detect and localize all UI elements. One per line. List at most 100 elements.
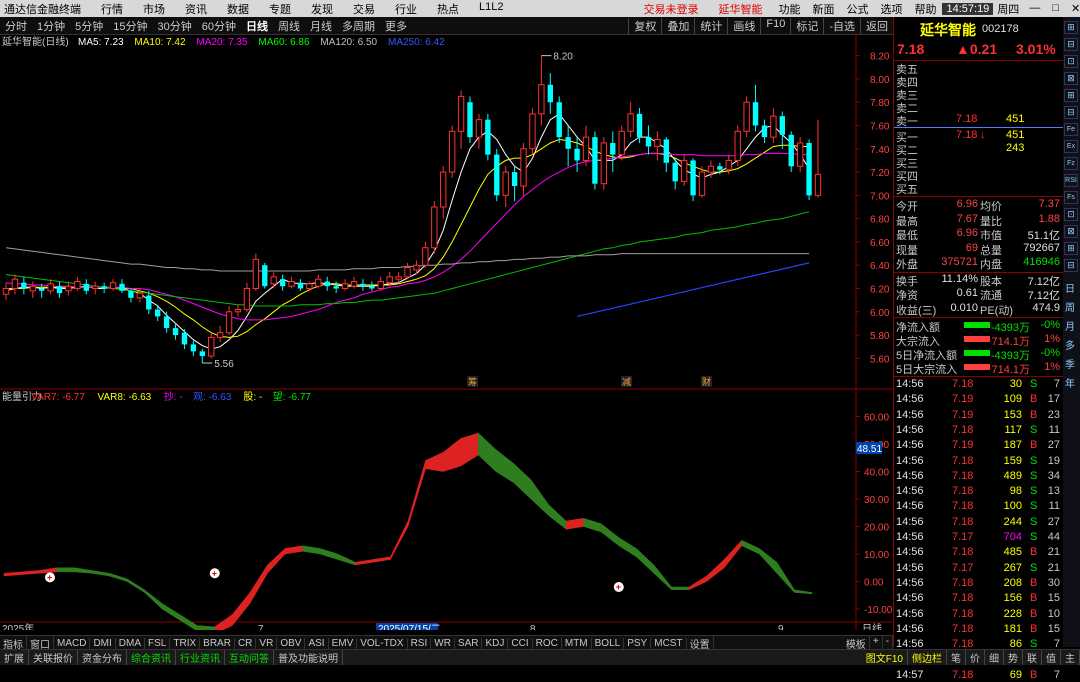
indicator-tab-11[interactable]: ASI: [305, 637, 329, 649]
menu-4[interactable]: 专题: [259, 1, 301, 17]
right-menu-1[interactable]: 新面: [806, 1, 840, 17]
side-tool-icon-b-3[interactable]: ⊟: [1064, 259, 1078, 272]
bottom-tab-1[interactable]: 关联报价: [29, 650, 78, 665]
menu-2[interactable]: 资讯: [175, 1, 217, 17]
indicator-tab-21[interactable]: BOLL: [592, 637, 625, 649]
menu-6[interactable]: 交易: [343, 1, 385, 17]
ask-price-4[interactable]: 7.18: [956, 113, 977, 125]
right-menu-2[interactable]: 公式: [840, 1, 874, 17]
bottom-right-btn-6[interactable]: 联: [1023, 650, 1042, 665]
indicator-tab-3[interactable]: DMI: [90, 637, 116, 649]
indicator-tab-6[interactable]: TRIX: [170, 637, 201, 649]
side-period-2[interactable]: 月: [1065, 318, 1075, 333]
bottom-right-btn-4[interactable]: 细: [985, 650, 1004, 665]
indicator-tab-16[interactable]: SAR: [455, 637, 483, 649]
side-label-1[interactable]: Ex: [1064, 140, 1078, 153]
side-period-1[interactable]: 周: [1065, 299, 1075, 314]
maximize-icon[interactable]: □: [1046, 2, 1065, 15]
menu-7[interactable]: 行业: [385, 1, 427, 17]
side-tool-icon-b-2[interactable]: ⊞: [1064, 242, 1078, 255]
stock-link[interactable]: 延华智能: [708, 1, 772, 17]
chart-tool-4[interactable]: F10: [760, 17, 790, 34]
bottom-right-btn-8[interactable]: 主: [1061, 650, 1080, 665]
right-menu-0[interactable]: 功能: [772, 1, 806, 17]
menu-3[interactable]: 数据: [217, 1, 259, 17]
side-period-4[interactable]: 季: [1065, 356, 1075, 371]
bottom-right-btn-3[interactable]: 价: [966, 650, 985, 665]
indicator-tab-22[interactable]: PSY: [624, 637, 652, 649]
indicator-tab-12[interactable]: EMV: [329, 637, 358, 649]
chart-tool-0[interactable]: 复权: [628, 17, 661, 34]
side-tool-icon-3[interactable]: ⊠: [1064, 72, 1078, 85]
side-label-2[interactable]: Fz: [1064, 157, 1078, 170]
minimize-icon[interactable]: —: [1023, 2, 1046, 15]
chart-tool-7[interactable]: 返回: [860, 17, 893, 34]
bottom-tab-5[interactable]: 互动问答: [225, 650, 274, 665]
menu-1[interactable]: 市场: [133, 1, 175, 17]
bottom-right-btn-2[interactable]: 笔: [947, 650, 966, 665]
bottom-right-btn-0[interactable]: 图文F10: [862, 650, 908, 665]
indicator-tab-9[interactable]: VR: [256, 637, 278, 649]
bottom-tab-6[interactable]: 普及功能说明: [274, 650, 343, 665]
side-tool-icon-0[interactable]: ⊞: [1064, 21, 1078, 34]
indicator-tab-17[interactable]: KDJ: [482, 637, 509, 649]
side-tool-icon-1[interactable]: ⊟: [1064, 38, 1078, 51]
side-period-0[interactable]: 日: [1065, 280, 1075, 295]
bottom-tab-2[interactable]: 资金分布: [78, 650, 127, 665]
period-tab-8[interactable]: 月线: [305, 18, 337, 34]
chart-tool-3[interactable]: 画线: [727, 17, 760, 34]
bid-price-0[interactable]: 7.18: [956, 129, 977, 141]
indicator-tab-15[interactable]: WR: [431, 637, 455, 649]
chart-tool-6[interactable]: -自选: [823, 17, 860, 34]
bottom-tab-0[interactable]: 扩展: [0, 650, 29, 665]
side-tool-icon-b-1[interactable]: ⊠: [1064, 225, 1078, 238]
bottom-right-btn-7[interactable]: 值: [1042, 650, 1061, 665]
bottom-tab-4[interactable]: 行业资讯: [176, 650, 225, 665]
side-tool-icon-5[interactable]: ⊟: [1064, 106, 1078, 119]
indicator-tab-5[interactable]: FSL: [145, 637, 171, 649]
chart-tool-2[interactable]: 统计: [694, 17, 727, 34]
chart-tool-5[interactable]: 标记: [790, 17, 823, 34]
period-tab-7[interactable]: 周线: [273, 18, 305, 34]
indicator-tab-23[interactable]: MCST: [651, 637, 687, 649]
period-tab-3[interactable]: 15分钟: [108, 18, 152, 34]
side-tool-icon-b-0[interactable]: ⊡: [1064, 208, 1078, 221]
indicator-tab-20[interactable]: MTM: [562, 637, 592, 649]
side-period-3[interactable]: 多: [1065, 337, 1075, 352]
indicator-tab-10[interactable]: OBV: [277, 637, 306, 649]
menu-0[interactable]: 行情: [91, 1, 133, 17]
side-period-5[interactable]: 年: [1065, 375, 1075, 390]
period-tab-1[interactable]: 1分钟: [32, 18, 70, 34]
close-icon[interactable]: ✕: [1065, 2, 1080, 15]
bottom-tab-3[interactable]: 综合资讯: [127, 650, 176, 665]
period-tab-6[interactable]: 日线: [241, 18, 273, 34]
period-tab-9[interactable]: 多周期: [337, 18, 380, 34]
indicator-tab-19[interactable]: ROC: [533, 637, 562, 649]
indicator-tab-8[interactable]: CR: [235, 637, 257, 649]
bottom-right-btn-1[interactable]: 侧边栏: [908, 650, 947, 665]
period-tab-2[interactable]: 5分钟: [70, 18, 108, 34]
chart-tool-1[interactable]: 叠加: [661, 17, 694, 34]
right-menu-3[interactable]: 选项: [874, 1, 908, 17]
indicator-tab-7[interactable]: BRAR: [200, 637, 235, 649]
indicator-tab-2[interactable]: MACD: [54, 637, 91, 649]
indicator-tab-14[interactable]: RSI: [408, 637, 432, 649]
menu-9[interactable]: L1L2: [469, 1, 513, 17]
side-tool-icon-4[interactable]: ⊞: [1064, 89, 1078, 102]
right-menu-4[interactable]: 帮助: [908, 1, 942, 17]
chart-area[interactable]: 延华智能(日线) MA5: 7.23 MA10: 7.42 MA20: 7.35 MA6…: [0, 34, 893, 630]
period-tab-0[interactable]: 分时: [0, 18, 32, 34]
menu-8[interactable]: 热点: [427, 1, 469, 17]
indicator-tab-13[interactable]: VOL-TDX: [357, 637, 408, 649]
bottom-right-btn-5[interactable]: 势: [1004, 650, 1023, 665]
period-tab-4[interactable]: 30分钟: [153, 18, 197, 34]
side-label-4[interactable]: Fs: [1064, 191, 1078, 204]
indicator-tab-18[interactable]: CCI: [508, 637, 533, 649]
side-label-3[interactable]: RSI: [1064, 174, 1078, 187]
indicator-tab-4[interactable]: DMA: [116, 637, 146, 649]
period-tab-10[interactable]: 更多: [380, 18, 412, 34]
trade-status-link[interactable]: 交易未登录: [633, 1, 708, 17]
side-label-0[interactable]: Fe: [1064, 123, 1078, 136]
period-tab-5[interactable]: 60分钟: [197, 18, 241, 34]
side-tool-icon-2[interactable]: ⊡: [1064, 55, 1078, 68]
